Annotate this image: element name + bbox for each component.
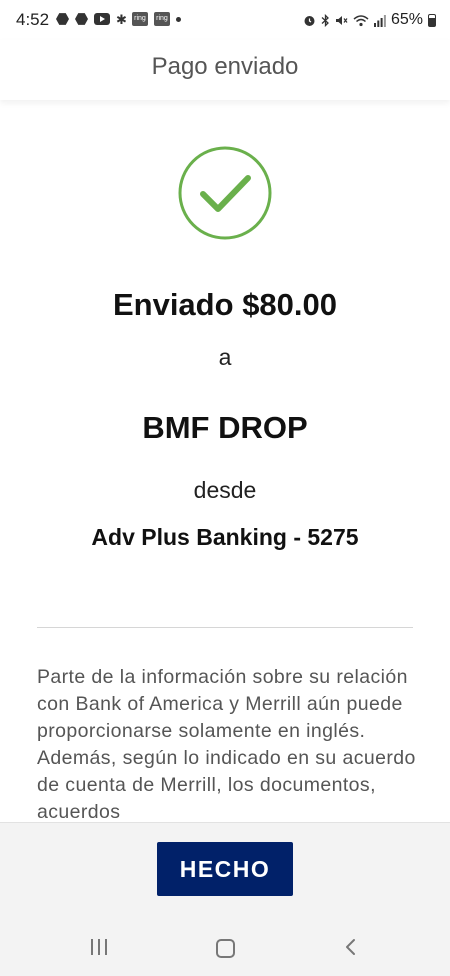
recents-icon[interactable]: [91, 939, 107, 955]
bluetooth-icon: ✱: [116, 11, 127, 27]
recipient-name: BMF DROP: [142, 410, 308, 445]
sent-label: Enviado: [112, 287, 234, 322]
app-notification-icon: [75, 13, 88, 25]
to-word: a: [218, 344, 232, 370]
signal-icon: [373, 14, 386, 27]
done-button[interactable]: HECHO: [157, 842, 293, 896]
notification-icons: ✱ ring ring: [56, 12, 181, 26]
from-word: desde: [193, 477, 257, 503]
battery-percent: 65%: [390, 11, 423, 28]
footer: HECHO: [0, 822, 450, 921]
app-header: Pago enviado: [0, 40, 450, 100]
status-time: 4:52: [16, 10, 50, 29]
system-status-icons: 65%: [303, 11, 436, 29]
battery-icon: [428, 13, 436, 27]
alarm-icon: [304, 15, 315, 26]
disclaimer-text: Parte de la información sobre su relació…: [37, 666, 416, 823]
sent-amount: $80.00: [242, 287, 338, 322]
sent-amount-line: Enviado $80.00: [0, 287, 450, 323]
ring-icon: ring: [132, 12, 148, 26]
divider: [37, 627, 413, 628]
wifi-icon: [353, 14, 369, 26]
dot-icon: [176, 16, 181, 22]
success-check-icon: [178, 146, 272, 240]
home-icon[interactable]: [216, 939, 235, 958]
app-notification-icon: [56, 13, 69, 25]
page-title: Pago enviado: [151, 53, 299, 80]
source-account: Adv Plus Banking - 5275: [91, 524, 359, 550]
youtube-icon: [94, 13, 110, 25]
system-nav-bar: [0, 920, 450, 976]
bluetooth-icon: [321, 13, 329, 27]
status-bar: 4:52 ✱ ring ring 65%: [0, 0, 450, 40]
back-icon[interactable]: [343, 938, 359, 956]
mute-icon: [335, 15, 348, 25]
ring-icon: ring: [154, 12, 170, 26]
